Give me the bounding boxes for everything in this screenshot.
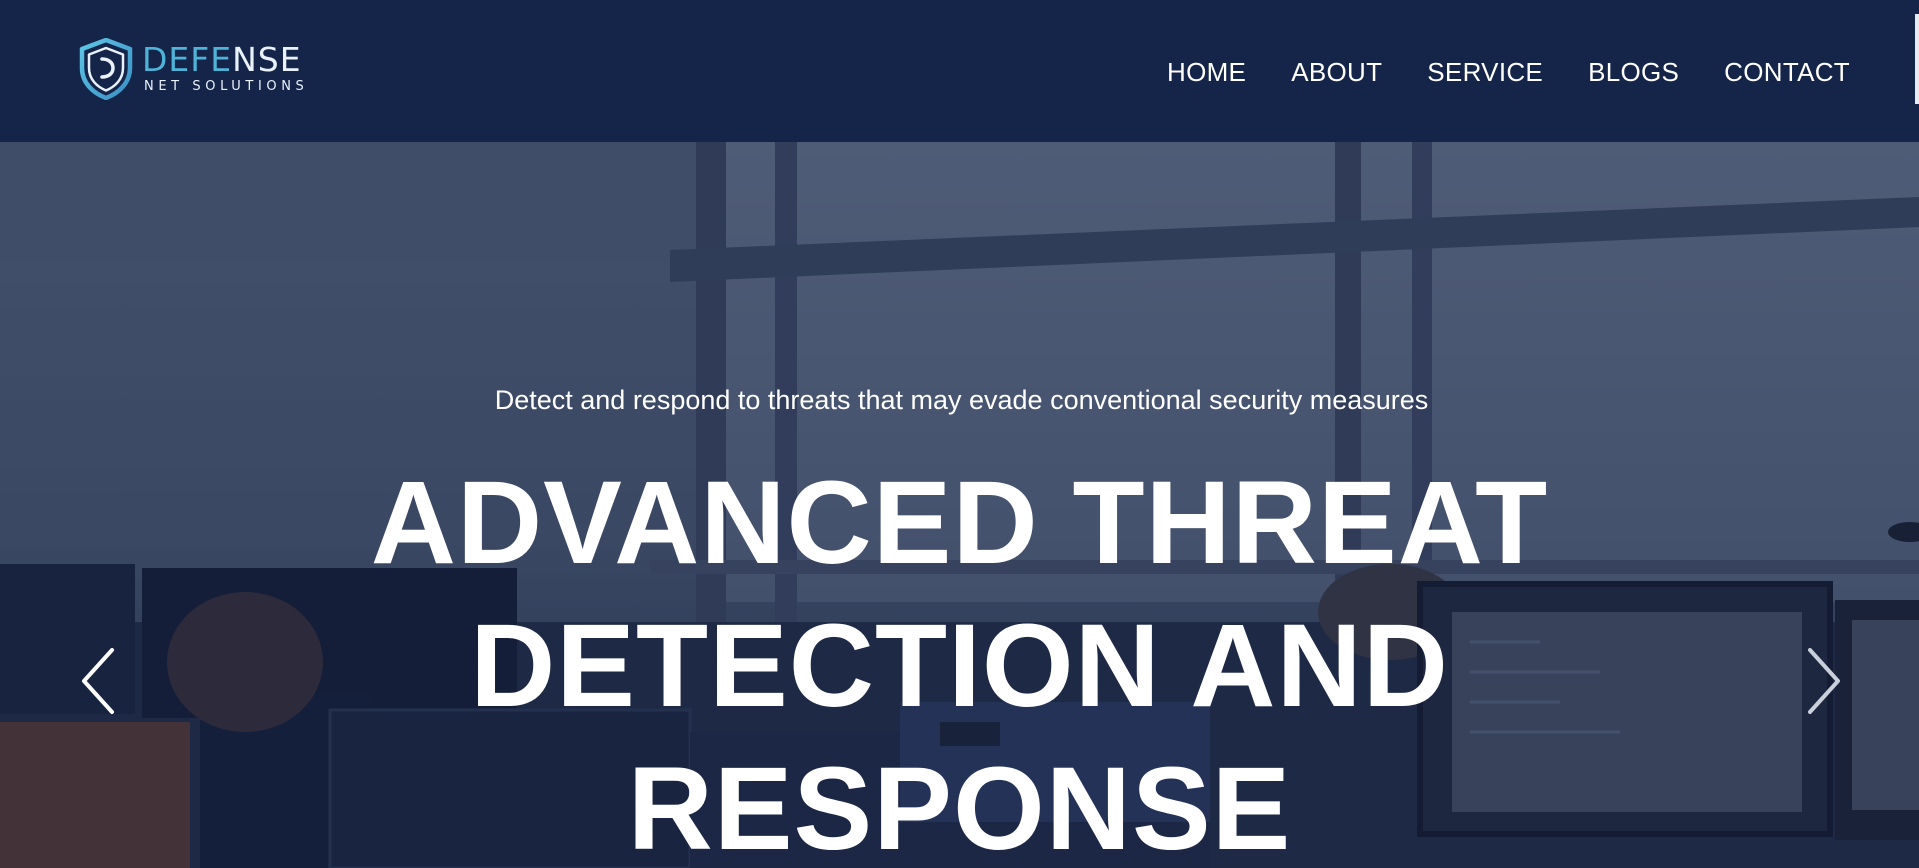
nav-item-service[interactable]: SERVICE — [1427, 52, 1543, 92]
slider-next-button[interactable] — [1800, 646, 1844, 716]
hero-slider: Detect and respond to threats that may e… — [0, 142, 1919, 868]
nav-item-blogs[interactable]: BLOGS — [1588, 52, 1679, 92]
hero-title-line: RESPONSE — [627, 743, 1292, 868]
brand-logo[interactable]: DEFENSE NET SOLUTIONS — [78, 38, 308, 100]
brand-title-tail: NSE — [232, 40, 302, 79]
brand-title-main: DEFE — [142, 40, 233, 79]
hero-title: ADVANCED THREAT DETECTION AND RESPONSE — [0, 452, 1919, 868]
chevron-left-icon — [82, 648, 114, 714]
nav-item-contact[interactable]: CONTACT — [1724, 52, 1850, 92]
brand-wordmark: DEFENSE NET SOLUTIONS — [142, 43, 308, 95]
brand-title: DEFENSE — [142, 43, 308, 77]
nav-item-about[interactable]: ABOUT — [1291, 52, 1382, 92]
chevron-right-icon — [1808, 648, 1840, 714]
site-header: DEFENSE NET SOLUTIONS HOME ABOUT SERVICE… — [0, 0, 1919, 142]
hero-subtitle: Detect and respond to threats that may e… — [0, 382, 1919, 418]
main-nav: HOME ABOUT SERVICE BLOGS CONTACT — [1167, 52, 1850, 92]
header-edge-divider — [1915, 14, 1919, 104]
nav-item-home[interactable]: HOME — [1167, 52, 1246, 92]
page: DEFENSE NET SOLUTIONS HOME ABOUT SERVICE… — [0, 0, 1919, 868]
brand-subtitle: NET SOLUTIONS — [144, 79, 309, 94]
shield-icon — [79, 38, 133, 100]
hero-title-line: DETECTION AND — [470, 600, 1449, 732]
hero-title-line: ADVANCED THREAT — [370, 457, 1549, 589]
hero-subtitle-text: Detect and respond to threats that may e… — [494, 385, 1429, 415]
slider-prev-button[interactable] — [78, 646, 122, 716]
